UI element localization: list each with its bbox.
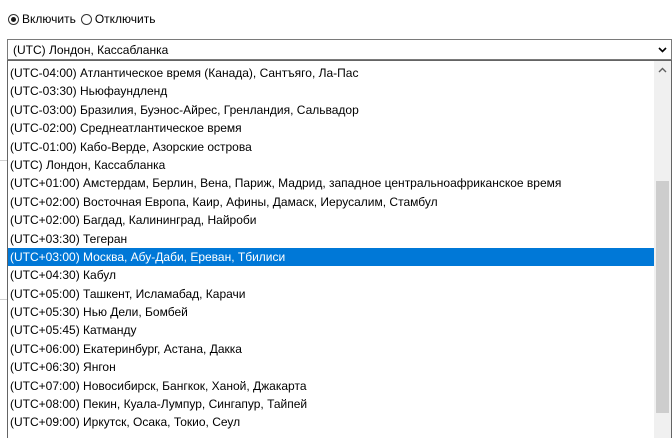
timezone-option[interactable]: (UTC-03:30) Ньюфаундленд [8,82,654,100]
enable-radio-group: Включить Отключить [8,9,158,29]
timezone-option[interactable]: (UTC-01:00) Кабо-Верде, Азорские острова [8,138,654,156]
timezone-option[interactable]: (UTC-02:00) Среднеатлантическое время [8,119,654,137]
radio-checked-dot [11,16,16,22]
timezone-option[interactable]: (UTC-03:00) Бразилия, Буэнос-Айрес, Грен… [8,101,654,119]
timezone-option[interactable]: (UTC+03:30) Тегеран [8,230,654,248]
radio-disable-circle[interactable] [80,13,92,25]
radio-disable[interactable]: Отключить [80,12,158,26]
timezone-option[interactable]: (UTC+02:00) Багдад, Калининград, Найроби [8,211,654,229]
timezone-options: (UTC-04:00) Атлантическое время (Канада)… [8,64,654,432]
timezone-option[interactable]: (UTC+07:00) Новосибирск, Бангкок, Ханой,… [8,377,654,395]
radio-enable[interactable]: Включить [8,12,78,26]
radio-enable-circle[interactable] [8,13,19,25]
radio-enable-label: Включить [22,12,76,26]
timezone-option[interactable]: (UTC+05:00) Ташкент, Исламабад, Карачи [8,285,654,303]
combobox-selected-text: (UTC) Лондон, Кассабланка [13,43,169,57]
timezone-option[interactable]: (UTC+04:30) Кабул [8,266,654,284]
timezone-option-selected[interactable]: (UTC+03:00) Москва, Абу-Даби, Ереван, Тб… [8,247,654,267]
chevron-up-icon[interactable] [654,61,671,78]
timezone-option[interactable]: (UTC+09:00) Иркутск, Осака, Токио, Сеул [8,413,654,431]
timezone-option[interactable]: (UTC+08:00) Пекин, Куала-Лумпур, Сингапу… [8,395,654,413]
timezone-settings-panel: Включить Отключить (UTC) Лондон, Кассабл… [0,0,672,438]
timezone-option[interactable]: (UTC+01:00) Амстердам, Берлин, Вена, Пар… [8,174,654,192]
scrollbar-thumb[interactable] [656,181,669,413]
timezone-option[interactable]: (UTC) Лондон, Кассабланка [8,156,654,174]
timezone-option[interactable]: (UTC+06:30) Янгон [8,358,654,376]
timezone-option[interactable]: (UTC+05:45) Катманду [8,321,654,339]
dropdown-scrollbar[interactable] [654,61,671,438]
timezone-option[interactable]: (UTC+05:30) Нью Дели, Бомбей [8,303,654,321]
timezone-option[interactable]: (UTC+02:00) Восточная Европа, Каир, Афин… [8,193,654,211]
radio-disable-label: Отключить [94,12,156,26]
timezone-option[interactable]: (UTC+06:00) Екатеринбург, Астана, Дакка [8,340,654,358]
timezone-combobox[interactable]: (UTC) Лондон, Кассабланка [7,39,672,60]
chevron-down-icon[interactable] [654,40,671,59]
timezone-option[interactable]: (UTC-04:00) Атлантическое время (Канада)… [8,64,654,82]
timezone-dropdown-list: (UTC-04:00) Атлантическое время (Канада)… [7,60,672,438]
